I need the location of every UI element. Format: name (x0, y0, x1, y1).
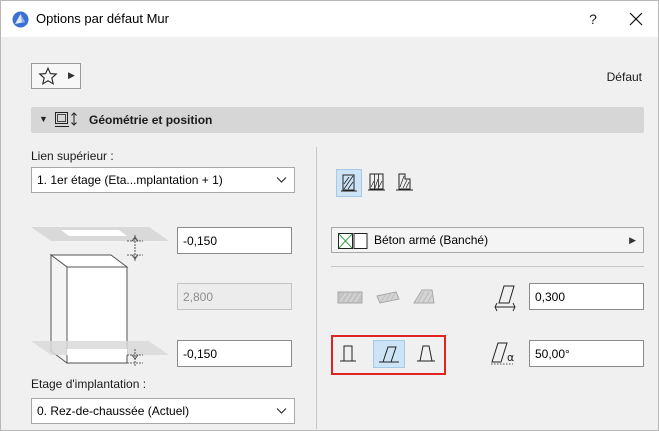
dialog-title: Options par défaut Mur (36, 11, 169, 26)
collapse-triangle-icon: ▼ (39, 114, 48, 124)
building-material-select[interactable]: Béton armé (Banché) ▶ (331, 227, 644, 253)
svg-text:α: α (507, 351, 514, 364)
chevron-right-icon: ▶ (629, 235, 636, 245)
favorites-button[interactable]: ▶ (31, 63, 81, 89)
home-story-label: Etage d'implantation : (31, 377, 147, 391)
top-offset-input[interactable] (177, 227, 292, 254)
composite-structure-button[interactable] (365, 169, 391, 197)
slanted-hatch-button (374, 284, 400, 312)
archicad-app-icon (12, 11, 29, 28)
title-bar: Options par défaut Mur ? (1, 1, 658, 37)
basic-structure-button[interactable] (336, 169, 362, 197)
top-link-select[interactable]: 1. 1er étage (Eta...mplantation + 1) (31, 167, 295, 193)
surface-hatch-button (336, 284, 363, 312)
section-header-geometry[interactable]: ▼ Géométrie et position (31, 107, 644, 133)
wall-thickness-icon (494, 285, 516, 312)
help-button[interactable]: ? (582, 7, 604, 31)
basic-structure-icon (341, 174, 357, 192)
bottom-offset-input[interactable] (177, 340, 292, 367)
star-icon (38, 67, 58, 85)
close-icon (629, 12, 643, 26)
chevron-down-icon (276, 177, 287, 183)
top-slab-opening (61, 230, 127, 236)
column-divider (316, 147, 317, 429)
wall-height-diagram (31, 227, 169, 367)
close-button[interactable] (623, 7, 649, 31)
profile-structure-button[interactable] (393, 169, 419, 197)
top-link-value: 1. 1er étage (Eta...mplantation + 1) (37, 173, 223, 187)
default-label: Défaut (606, 70, 642, 84)
surface-hatch-icon (337, 291, 363, 304)
home-story-select[interactable]: 0. Rez-de-chaussée (Actuel) (31, 398, 295, 424)
profile-structure-icon (396, 173, 413, 191)
wall-height-input (177, 283, 292, 310)
chevron-right-icon: ▶ (68, 70, 75, 80)
home-story-value: 0. Rez-de-chaussée (Actuel) (37, 404, 190, 418)
top-link-label: Lien supérieur : (31, 149, 114, 163)
wall-type-highlight (331, 335, 446, 375)
material-name: Béton armé (Banché) (374, 233, 489, 247)
wall-thickness-input[interactable] (529, 283, 644, 310)
wall-geometry-icon (55, 112, 77, 127)
wall-base-overlap (67, 349, 127, 355)
profile-hatch-icon (413, 289, 435, 304)
composite-structure-icon (368, 173, 385, 191)
section-divider (331, 266, 644, 267)
chevron-down-icon (276, 408, 287, 414)
material-swatch-icon (338, 233, 368, 249)
wall-angle-icon: α (491, 342, 514, 365)
section-title: Géométrie et position (89, 113, 213, 127)
wall-default-settings-dialog: Options par défaut Mur ? ▶ Défaut ▼ Géom… (0, 0, 659, 431)
wall-angle-input[interactable] (529, 340, 644, 367)
slanted-hatch-icon (376, 291, 400, 304)
profile-hatch-button (410, 284, 436, 312)
